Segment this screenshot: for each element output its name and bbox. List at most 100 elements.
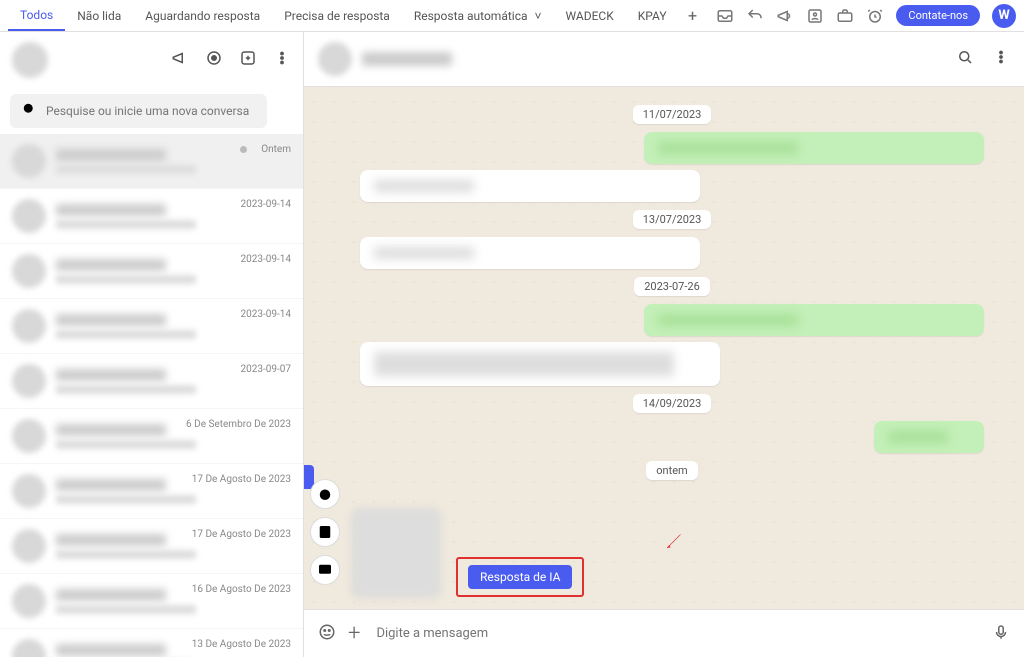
ai-button-highlight: Resposta de IA [456,557,584,597]
tab-precisa[interactable]: Precisa de resposta [272,0,402,31]
chat-avatar [12,639,46,657]
date-separator: 13/07/2023 [633,210,712,229]
chat-panel: 11/07/2023 13/07/2023 2023-07-26 14/09/2… [304,32,1024,657]
chat-name [56,424,166,436]
chat-avatar [12,254,46,288]
attach-icon[interactable]: + [348,621,360,646]
chat-avatar [12,584,46,618]
tab-aguardando[interactable]: Aguardando resposta [133,0,272,31]
chat-preview [56,330,196,339]
schedule-icon[interactable] [310,479,340,509]
chat-preview [56,550,196,559]
chat-list-item[interactable]: 2023-09-14 [0,189,303,244]
chat-list: Ontem 2023-09-14 2023-09-14 2023-09-14 2… [0,134,303,657]
chat-list-item[interactable]: 16 De Agosto De 2023 [0,574,303,629]
date-separator: 14/09/2023 [633,394,712,413]
chat-name [56,479,166,491]
chat-date: 2023-09-14 [241,309,292,320]
app-logo[interactable]: W [992,4,1016,28]
messages-area[interactable]: 11/07/2023 13/07/2023 2023-07-26 14/09/2… [304,87,1024,609]
tab-nao-lida[interactable]: Não lida [65,0,133,31]
chat-preview [56,605,196,614]
announcement-icon[interactable] [171,49,189,71]
date-separator: 2023-07-26 [634,277,710,296]
chat-name [56,644,166,656]
contact-name [362,52,452,66]
chat-name [56,589,166,601]
contact-avatar[interactable] [318,42,352,76]
chat-date: 16 De Agosto De 2023 [192,584,291,595]
chat-list-item[interactable]: 6 De Setembro De 2023 [0,409,303,464]
sidebar: Ontem 2023-09-14 2023-09-14 2023-09-14 2… [0,32,304,657]
own-avatar[interactable] [12,42,48,78]
chat-avatar [12,144,46,178]
chat-list-item[interactable]: Ontem [0,134,303,189]
chat-name [56,204,166,216]
chat-preview [56,275,196,284]
message-in[interactable] [360,342,720,386]
menu-dots-icon[interactable] [273,49,291,71]
date-separator: ontem [646,461,697,480]
chat-preview [56,495,196,504]
chat-avatar [12,474,46,508]
ai-reply-button[interactable]: Resposta de IA [468,565,572,589]
search-box[interactable] [10,94,267,128]
chat-avatar [12,419,46,453]
chat-date: 2023-09-07 [241,364,292,375]
tab-wadeck[interactable]: WADECK [553,0,625,31]
chat-preview [56,385,196,394]
chat-name [56,314,166,326]
chat-avatar [12,529,46,563]
message-in[interactable] [360,237,700,269]
chat-name [56,369,166,381]
chat-preview [56,220,196,229]
chat-list-item[interactable]: 2023-09-14 [0,244,303,299]
message-composer: + [304,609,1024,657]
contact-us-button[interactable]: Contate-nos [896,5,980,26]
inbox-icon[interactable] [716,7,734,25]
status-icon[interactable] [205,49,223,71]
tab-kpay[interactable]: KPAY [626,0,679,31]
tab-resposta-auto[interactable]: Resposta automática ˅ [402,0,554,31]
message-out[interactable] [644,132,984,164]
chat-list-item[interactable]: 2023-09-14 [0,299,303,354]
mic-icon[interactable] [992,622,1010,646]
search-icon [20,100,38,122]
reply-icon[interactable] [746,7,764,25]
float-toolbar [310,479,340,585]
chat-date: 17 De Agosto De 2023 [192,474,291,485]
chat-name [56,534,166,546]
message-in[interactable] [360,170,700,202]
chat-date: 2023-09-14 [241,254,292,265]
briefcase-icon[interactable] [836,7,854,25]
chat-avatar [12,309,46,343]
chat-name [56,149,166,161]
message-out[interactable] [874,421,984,453]
chat-list-item[interactable]: 2023-09-07 [0,354,303,409]
emoji-icon[interactable] [318,622,336,646]
annotation-arrow [664,533,682,551]
media-thumbnail[interactable] [352,509,440,597]
alarm-icon[interactable] [866,7,884,25]
search-chat-icon[interactable] [956,48,974,70]
image-send-icon[interactable] [310,555,340,585]
chat-date: 2023-09-14 [241,199,292,210]
tab-todos[interactable]: Todos [8,0,65,31]
contact-card-icon[interactable] [310,517,340,547]
chat-list-item[interactable]: 17 De Agosto De 2023 [0,464,303,519]
chat-date: 13 De Agosto De 2023 [192,639,291,650]
megaphone-icon[interactable] [776,7,794,25]
message-out[interactable] [644,304,984,336]
message-input[interactable] [372,618,980,649]
chat-date: Ontem [261,144,291,155]
user-box-icon[interactable] [806,7,824,25]
chat-list-item[interactable]: 13 De Agosto De 2023 [0,629,303,657]
new-chat-icon[interactable] [239,49,257,71]
add-tab-button[interactable]: + [679,0,707,31]
chat-avatar [12,199,46,233]
chat-menu-icon[interactable] [992,48,1010,70]
filter-icon[interactable] [275,100,293,122]
chat-list-item[interactable]: 17 De Agosto De 2023 [0,519,303,574]
search-input[interactable] [46,104,257,118]
date-separator: 11/07/2023 [633,105,712,124]
